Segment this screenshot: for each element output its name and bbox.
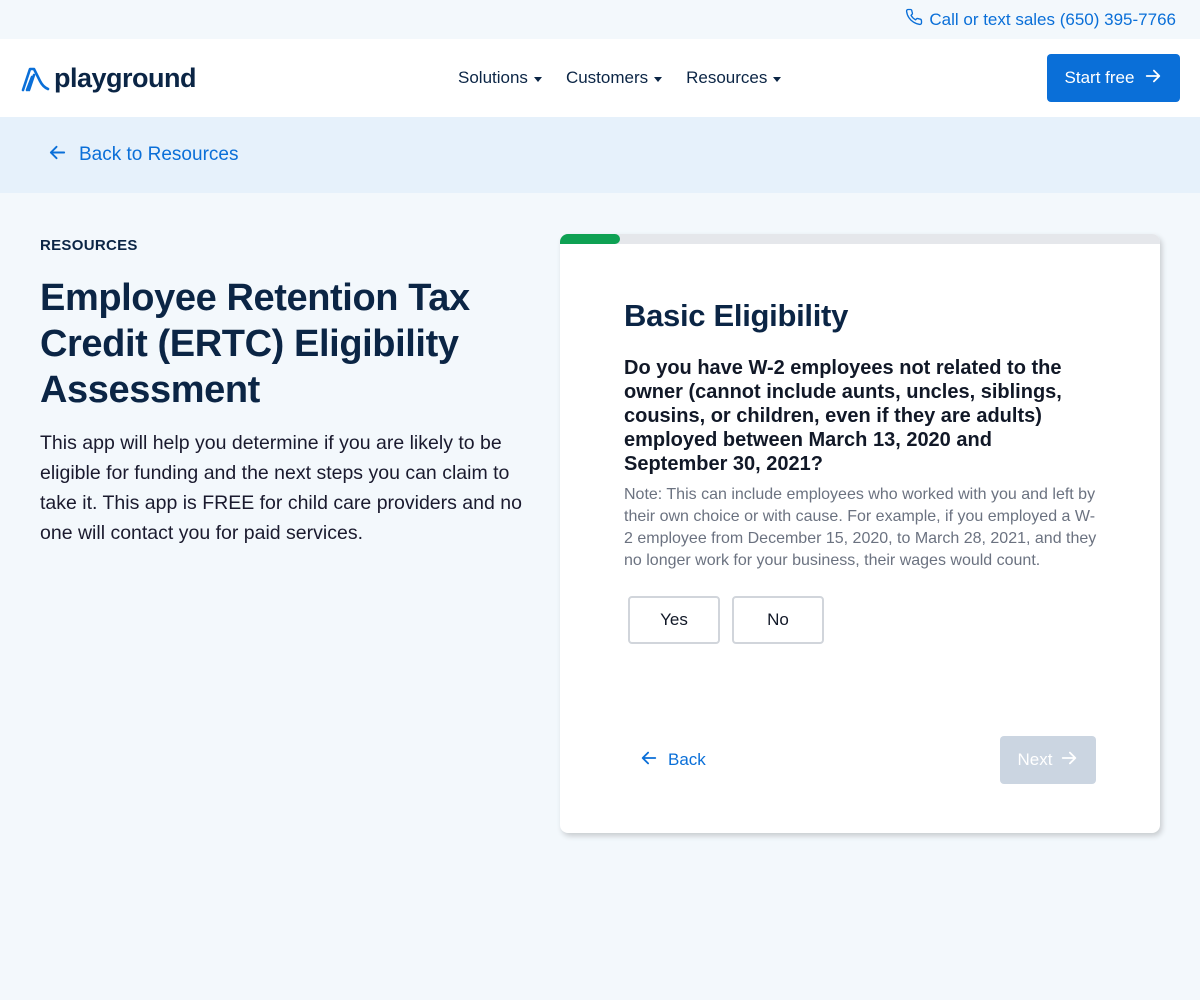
- next-button-label: Next: [1017, 750, 1053, 769]
- assessment-card: Basic Eligibility Do you have W-2 employ…: [560, 234, 1160, 833]
- question-text: Do you have W-2 employees not related to…: [624, 357, 1062, 475]
- back-to-resources-label: Back to Resources: [79, 144, 239, 165]
- intro-section: RESOURCES Employee Retention Tax Credit …: [40, 237, 530, 548]
- main-content: RESOURCES Employee Retention Tax Credit …: [0, 193, 1200, 1000]
- nav-item-resources[interactable]: Resources: [686, 68, 782, 88]
- top-contact-bar: Call or text sales (650) 395-7766: [0, 0, 1200, 39]
- start-free-button[interactable]: Start free: [1047, 54, 1180, 102]
- question-note: Note: This can include employees who wor…: [624, 486, 1097, 569]
- next-button[interactable]: Next: [1000, 736, 1096, 784]
- answer-options: Yes No: [628, 596, 1096, 644]
- progress-bar: [560, 234, 1160, 244]
- back-button[interactable]: Back: [624, 749, 706, 772]
- main-navigation: playground Solutions Customers Resources…: [0, 39, 1200, 117]
- caret-down-icon: [773, 76, 782, 82]
- nav-item-label: Customers: [565, 68, 649, 87]
- caret-down-icon: [654, 76, 663, 82]
- section-eyebrow: RESOURCES: [40, 237, 138, 254]
- playground-logo[interactable]: playground: [20, 63, 197, 94]
- nav-item-label: Resources: [686, 68, 768, 87]
- call-sales-text: Call or text sales (650) 395-7766: [929, 9, 1176, 29]
- answer-yes-button[interactable]: Yes: [628, 596, 720, 644]
- nav-item-label: Solutions: [458, 68, 528, 87]
- nav-menu: Solutions Customers Resources: [458, 39, 782, 117]
- answer-no-button[interactable]: No: [732, 596, 824, 644]
- slide-logo-icon: [20, 65, 50, 93]
- caret-down-icon: [533, 76, 542, 82]
- progress-fill: [560, 234, 620, 244]
- back-bar: Back to Resources: [0, 117, 1200, 193]
- call-sales-link[interactable]: Call or text sales (650) 395-7766: [905, 8, 1176, 31]
- arrow-left-icon: [640, 749, 658, 772]
- start-free-label: Start free: [1064, 68, 1135, 87]
- logo-text: playground: [54, 63, 197, 93]
- page-title: Employee Retention Tax Credit (ERTC) Eli…: [40, 277, 470, 411]
- nav-item-customers[interactable]: Customers: [565, 68, 663, 88]
- card-title: Basic Eligibility: [624, 298, 849, 333]
- nav-item-solutions[interactable]: Solutions: [458, 68, 542, 88]
- back-button-label: Back: [668, 750, 706, 769]
- phone-icon: [905, 8, 923, 31]
- back-to-resources-link[interactable]: Back to Resources: [48, 143, 238, 168]
- card-footer: Back Next: [624, 736, 1096, 784]
- arrow-right-icon: [1144, 67, 1162, 90]
- arrow-left-icon: [48, 143, 67, 168]
- arrow-right-icon: [1060, 749, 1078, 772]
- card-body: Basic Eligibility Do you have W-2 employ…: [560, 244, 1160, 644]
- page-description: This app will help you determine if you …: [40, 432, 522, 544]
